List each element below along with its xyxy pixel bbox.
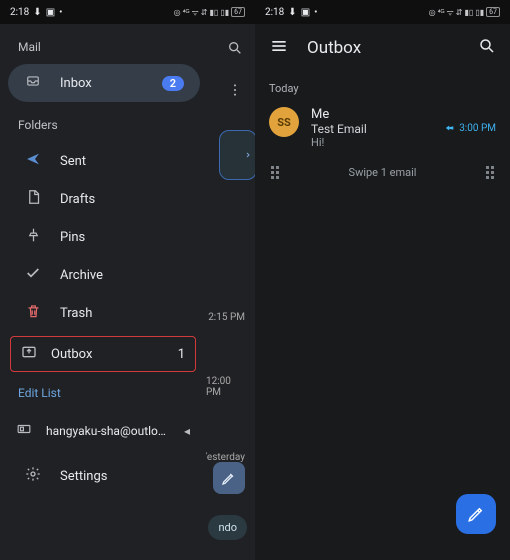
nav-trash[interactable]: Trash: [8, 294, 200, 332]
search-icon: [227, 40, 243, 60]
compose-fab-bg: [213, 462, 245, 494]
photo-icon: ▣: [301, 7, 310, 18]
nav-inbox[interactable]: Inbox 2: [8, 64, 200, 102]
download-icon: ⬇: [288, 7, 296, 18]
nav-settings[interactable]: Settings: [8, 457, 200, 495]
nav-outbox[interactable]: Outbox 1: [10, 336, 196, 372]
avatar: SS: [269, 107, 299, 137]
nav-drafts-label: Drafts: [60, 192, 184, 207]
email-row[interactable]: SS Me Test Email Hi! 3:00 PM: [255, 101, 510, 155]
left-bg-dimmed: 2:15 PM 12:00 PM Yesterday ndo: [206, 24, 255, 560]
left-screenshot: 2:18 ⬇ ▣ • ◎⁴ᴳᯤ⇵▮▯▯▮ 67 2:15 PM 12:00 PM…: [0, 0, 255, 560]
email-from: Me: [311, 107, 432, 122]
status-bar: 2:18 ⬇ ▣ • ◎⁴ᴳᯤ⇵▮▯▯▮ 67: [0, 0, 255, 24]
sent-icon: [24, 151, 42, 171]
nav-pins-label: Pins: [60, 230, 184, 245]
nav-pins[interactable]: Pins: [8, 218, 200, 256]
mailbox-icon: [16, 422, 32, 439]
email-subject: Test Email: [311, 122, 432, 136]
drag-handle-left[interactable]: [271, 166, 279, 179]
drag-handle-right[interactable]: [486, 166, 494, 179]
outbox-count: 1: [178, 347, 185, 362]
more-icon: •: [314, 7, 317, 18]
nav-settings-label: Settings: [60, 469, 184, 484]
status-right-r: ◎⁴ᴳᯤ⇵▮▯▯▮ 67: [429, 7, 500, 18]
status-time-r: 2:18: [265, 7, 284, 18]
account-row[interactable]: hangyaku-sha@outlook… ◂: [0, 412, 206, 449]
nav-archive-label: Archive: [60, 268, 184, 283]
nav-archive[interactable]: Archive: [8, 256, 200, 294]
status-right: ◎⁴ᴳᯤ⇵▮▯▯▮ 67: [174, 7, 245, 18]
inbox-icon: [24, 74, 42, 92]
top-bar: Outbox: [255, 24, 510, 72]
email-preview: Hi!: [311, 136, 432, 149]
nav-sent[interactable]: Sent: [8, 142, 200, 180]
photo-icon: ▣: [46, 7, 55, 18]
nav-sent-label: Sent: [60, 154, 184, 169]
status-bar-r: 2:18 ⬇ ▣ • ◎⁴ᴳᯤ⇵▮▯▯▮ 67: [255, 0, 510, 24]
inbox-badge: 2: [162, 76, 184, 91]
menu-icon[interactable]: [269, 36, 289, 60]
undo-toast: ndo: [208, 515, 247, 540]
more-icon: •: [59, 7, 62, 18]
drafts-icon: [24, 189, 42, 209]
email-time: 3:00 PM: [444, 107, 496, 149]
nav-drafts[interactable]: Drafts: [8, 180, 200, 218]
folders-section-label: Folders: [0, 102, 206, 142]
nav-drawer: Mail Inbox 2 Folders Sent Drafts P: [0, 24, 206, 560]
gear-icon: [24, 466, 42, 486]
nav-trash-label: Trash: [60, 306, 184, 321]
download-icon: ⬇: [33, 7, 41, 18]
nav-inbox-label: Inbox: [60, 76, 144, 91]
right-screenshot: 2:18 ⬇ ▣ • ◎⁴ᴳᯤ⇵▮▯▯▮ 67 Outbox Today SS …: [255, 0, 510, 560]
more-vert-icon: [227, 82, 243, 102]
swipe-label: Swipe 1 email: [349, 166, 417, 179]
chevron-left-icon: ◂: [184, 424, 190, 438]
mail-section-label: Mail: [0, 24, 206, 64]
outbox-icon: [21, 344, 37, 364]
archive-icon: [24, 265, 42, 285]
compose-fab[interactable]: [456, 494, 496, 534]
account-email: hangyaku-sha@outlook…: [46, 424, 170, 438]
pin-icon: [24, 227, 42, 247]
trash-icon: [24, 303, 42, 323]
nav-outbox-label: Outbox: [51, 347, 164, 362]
edit-list-link[interactable]: Edit List: [0, 376, 206, 412]
status-time: 2:18: [10, 7, 29, 18]
page-title: Outbox: [307, 38, 460, 58]
swipe-bar[interactable]: Swipe 1 email: [255, 155, 510, 189]
bg-time-2: 12:00 PM: [206, 376, 245, 398]
bg-time-1: 2:15 PM: [208, 312, 245, 323]
section-today: Today: [255, 72, 510, 101]
search-icon[interactable]: [478, 37, 496, 59]
card-preview: [219, 130, 255, 180]
